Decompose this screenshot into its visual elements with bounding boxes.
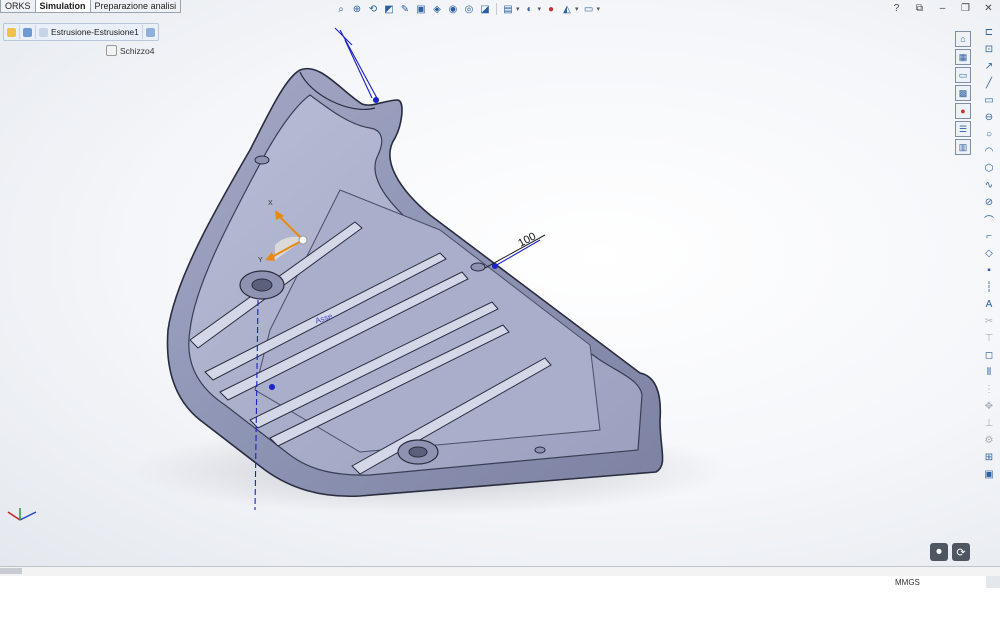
exit-sketch-icon[interactable]: ⊏ [981, 26, 997, 40]
chevron-down-icon[interactable]: ▾ [516, 5, 520, 13]
status-corner [986, 576, 1000, 588]
view-cube-icon[interactable]: ▤ [502, 3, 515, 16]
arc-icon[interactable]: ◠ [981, 145, 997, 159]
scene-icon[interactable]: ◭ [561, 3, 574, 16]
appearance-icon[interactable]: ● [955, 103, 971, 119]
offset-icon[interactable]: ◻ [981, 349, 997, 363]
window-controls: ? ⧉ – ❐ ✕ [885, 0, 1000, 16]
list-icon[interactable]: ☰ [955, 121, 971, 137]
previous-view-icon[interactable]: ⟲ [367, 3, 380, 16]
mirror-icon[interactable]: ⫴ [981, 366, 997, 380]
hide-show-icon[interactable]: ◉ [447, 3, 460, 16]
centerline-icon[interactable]: ┆ [981, 281, 997, 295]
tab-preparazione-analisi[interactable]: Preparazione analisi [89, 0, 182, 13]
dynamic-annotation-icon[interactable]: ✎ [399, 3, 412, 16]
graphics-area[interactable]: 100 X Y Asse ORKS Simulation Preparazion… [0, 0, 1000, 566]
line-icon[interactable]: ╱ [981, 77, 997, 91]
relations-icon[interactable]: ⊥ [981, 417, 997, 431]
apply-scene-icon[interactable]: ◪ [479, 3, 492, 16]
command-manager-tabs: ORKS Simulation Preparazione analisi [0, 0, 182, 13]
sketch-icon [106, 45, 117, 56]
chamfer-icon[interactable]: ⌐ [981, 230, 997, 244]
home-icon[interactable]: ⌂ [955, 31, 971, 47]
spline-icon[interactable]: ∿ [981, 179, 997, 193]
restore-icon[interactable]: ❐ [954, 3, 977, 14]
quick-snaps-icon[interactable]: ⊞ [981, 451, 997, 465]
circle-icon[interactable]: ○ [981, 128, 997, 142]
section-view-icon[interactable]: ◩ [383, 3, 396, 16]
fillet-icon[interactable]: ⌒ [981, 213, 997, 227]
smart-dimension-icon[interactable]: ↗ [981, 60, 997, 74]
minimize-icon[interactable]: – [931, 3, 954, 14]
toolbar-separator [496, 3, 497, 15]
convert-entities-icon[interactable]: ⊤ [981, 332, 997, 346]
text-icon[interactable]: A [981, 298, 997, 312]
chevron-down-icon[interactable]: ▾ [597, 5, 601, 13]
tab-simulation[interactable]: Simulation [34, 0, 91, 13]
breadcrumb-sketch-icon[interactable] [143, 25, 158, 39]
view-pane-toolbar: ⌂ ▦ ▭ ▩ ● ☰ ▥ [955, 30, 971, 156]
plane-icon[interactable]: ◇ [981, 247, 997, 261]
3d-sketch-icon[interactable]: ⊡ [981, 43, 997, 57]
viewport-corner-buttons: ⏺ ⟳ [926, 543, 970, 561]
triad-y-label: Y [258, 257, 263, 264]
rapid-sketch-icon[interactable]: ▣ [981, 468, 997, 482]
scrollbar-thumb[interactable] [0, 568, 22, 574]
tab-solidworks[interactable]: ORKS [0, 0, 36, 13]
breadcrumb-child[interactable]: Schizzo4 [106, 45, 155, 56]
breadcrumb-label: Estrusione-Estrusione1 [51, 27, 139, 37]
polygon-icon[interactable]: ⬡ [981, 162, 997, 176]
rectangle-icon[interactable]: ▭ [981, 94, 997, 108]
view-orientation-triad [7, 508, 37, 521]
chevron-down-icon[interactable]: ▾ [538, 5, 542, 13]
breadcrumb-part-icon[interactable] [4, 25, 20, 39]
appearance-sphere-icon[interactable]: ● [545, 3, 558, 16]
sketch-toolbar: ⊏ ⊡ ↗ ╱ ▭ ⊖ ○ ◠ ⬡ ∿ ⊘ ⌒ ⌐ ◇ ▪ ┆ A ✂ ⊤ ◻ … [978, 24, 1000, 534]
triad-x-label: X [268, 200, 273, 207]
breadcrumb: Estrusione-Estrusione1 [3, 23, 159, 41]
display-style-icon[interactable]: ◈ [431, 3, 444, 16]
chevron-down-icon[interactable]: ▾ [575, 5, 579, 13]
edit-appearance-icon[interactable]: ◎ [463, 3, 476, 16]
status-bar [0, 576, 1000, 631]
view-orientation-icon[interactable]: ▣ [415, 3, 428, 16]
part-model[interactable] [0, 0, 1000, 566]
point-icon[interactable]: ▪ [981, 264, 997, 278]
folder-icon[interactable]: ▭ [955, 67, 971, 83]
help-icon[interactable]: ? [885, 3, 908, 14]
close-icon[interactable]: ✕ [977, 3, 1000, 14]
eye-icon[interactable]: ◐ [523, 3, 536, 16]
breadcrumb-child-label: Schizzo4 [120, 45, 155, 56]
ellipse-icon[interactable]: ⊘ [981, 196, 997, 210]
tile-icon[interactable]: ⧉ [908, 3, 931, 14]
parts-icon[interactable]: ▦ [955, 49, 971, 65]
units-indicator[interactable]: MMGS [895, 578, 920, 587]
repair-icon[interactable]: ⚙ [981, 434, 997, 448]
trim-icon[interactable]: ✂ [981, 315, 997, 329]
linear-pattern-icon[interactable]: ⋮ [981, 383, 997, 397]
rotate-icon[interactable]: ⟳ [952, 543, 970, 561]
breadcrumb-item[interactable]: Estrusione-Estrusione1 [36, 25, 143, 39]
breadcrumb-feature-icon[interactable] [20, 25, 36, 39]
move-entities-icon[interactable]: ✥ [981, 400, 997, 414]
image-icon[interactable]: ▩ [955, 85, 971, 101]
heads-up-view-toolbar: ⌕ ⊕ ⟲ ◩ ✎ ▣ ◈ ◉ ◎ ◪ ▤ ▾ ◐ ▾ ● ◭ ▾ ▭ ▾ [333, 0, 602, 18]
monitor-icon[interactable]: ▭ [582, 3, 595, 16]
microphone-icon[interactable]: ⏺ [930, 543, 948, 561]
chart-icon[interactable]: ▥ [955, 139, 971, 155]
slot-icon[interactable]: ⊖ [981, 111, 997, 125]
zoom-area-icon[interactable]: ⊕ [351, 3, 364, 16]
zoom-to-fit-icon[interactable]: ⌕ [335, 3, 348, 16]
